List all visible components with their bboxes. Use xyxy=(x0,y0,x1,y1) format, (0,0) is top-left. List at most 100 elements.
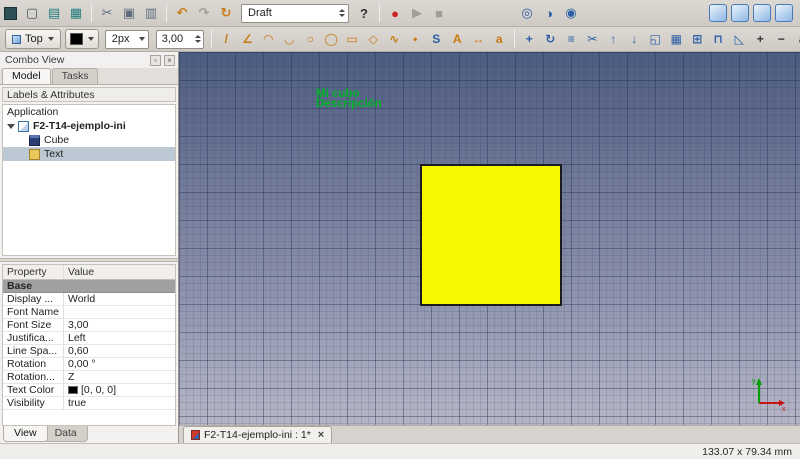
draft-polygon-icon[interactable]: ◇ xyxy=(364,30,383,49)
draft-upgrade-icon[interactable]: ↑ xyxy=(604,30,623,49)
line-color-button[interactable] xyxy=(65,29,99,49)
view-top-icon[interactable] xyxy=(753,4,771,22)
size-value: 3,00 xyxy=(162,33,183,45)
draft-facebinder-icon[interactable]: S xyxy=(427,30,446,49)
toggle-grid-icon[interactable]: ⊞ xyxy=(688,30,707,49)
refresh-icon[interactable]: ↻ xyxy=(216,3,236,23)
macro-stop-icon[interactable]: ■ xyxy=(429,3,449,23)
freecad-document-icon xyxy=(191,430,200,440)
cut-icon[interactable]: ✂ xyxy=(97,3,117,23)
zoom-fit-icon[interactable]: ◎ xyxy=(517,3,537,23)
property-value[interactable]: 0,00 ° xyxy=(64,358,175,370)
workbench-selector[interactable]: Draft xyxy=(241,4,349,23)
remove-point-icon[interactable]: − xyxy=(772,30,791,49)
view-top-button[interactable]: Top xyxy=(5,29,61,49)
view-sphere-icon[interactable]: ◉ xyxy=(561,3,581,23)
tree-item-cube[interactable]: Cube xyxy=(3,133,175,147)
save-document-icon[interactable]: ▦ xyxy=(66,3,86,23)
model-tree: Application F2-T14-ejemplo-ini Cube Text xyxy=(2,104,176,256)
tab-tasks[interactable]: Tasks xyxy=(52,68,99,84)
property-value[interactable]: Z xyxy=(64,371,175,383)
draft-text-icon[interactable]: A xyxy=(448,30,467,49)
toolbar-standard: ▢▤▦ ✂▣▥ ↶↷↻ Draft ? ●▶■ ◎◑◉ xyxy=(0,0,800,27)
redo-icon[interactable]: ↷ xyxy=(194,3,214,23)
property-row[interactable]: Display ... World xyxy=(3,293,175,306)
new-document-icon[interactable]: ▢ xyxy=(22,3,42,23)
property-row[interactable]: Rotation... Z xyxy=(3,371,175,384)
edit-mode-icon[interactable]: a xyxy=(793,30,800,49)
property-row[interactable]: Font Size 3,00 xyxy=(3,319,175,332)
property-column-header[interactable]: Property xyxy=(3,265,64,279)
combo-view-tabs: Model Tasks xyxy=(0,68,178,85)
draft-array-icon[interactable]: ▦ xyxy=(667,30,686,49)
whats-this-icon[interactable]: ? xyxy=(354,3,374,23)
cube-top-face[interactable] xyxy=(420,164,562,306)
draft-offset-icon[interactable]: ≡ xyxy=(562,30,581,49)
property-row[interactable]: Font Name xyxy=(3,306,175,319)
tree-item-text[interactable]: Text xyxy=(3,147,175,161)
property-value[interactable]: true xyxy=(64,397,175,409)
property-row[interactable]: Rotation 0,00 ° xyxy=(3,358,175,371)
draft-move-icon[interactable]: + xyxy=(520,30,539,49)
combo-arrows-icon xyxy=(339,8,345,18)
close-panel-icon[interactable] xyxy=(164,55,175,66)
draft-arc-icon[interactable]: ◠ xyxy=(259,30,278,49)
expander-icon[interactable] xyxy=(7,124,15,129)
draft-line-icon[interactable]: / xyxy=(217,30,236,49)
draft-trimex-icon[interactable]: ✂ xyxy=(583,30,602,49)
draft-rotate-icon[interactable]: ↻ xyxy=(541,30,560,49)
copy-icon[interactable]: ▣ xyxy=(119,3,139,23)
draft-circle-icon[interactable]: ○ xyxy=(301,30,320,49)
draft-point-icon[interactable]: • xyxy=(406,30,425,49)
property-row[interactable]: Line Spa... 0,60 xyxy=(3,345,175,358)
tree-root-application[interactable]: Application xyxy=(3,105,175,119)
draft-dimension-icon[interactable]: ↔ xyxy=(469,30,488,49)
property-value[interactable]: 0,60 xyxy=(64,345,175,357)
draft-rectangle-icon[interactable]: ▭ xyxy=(343,30,362,49)
property-group-row[interactable]: Base xyxy=(3,280,175,293)
value-column-header[interactable]: Value xyxy=(64,265,175,279)
property-row[interactable]: Justifica... Left xyxy=(3,332,175,345)
tab-view[interactable]: View xyxy=(3,426,48,442)
line-width-select[interactable]: 2px xyxy=(105,30,149,49)
draft-label-icon[interactable]: a xyxy=(490,30,509,49)
working-plane-icon[interactable]: ◺ xyxy=(730,30,749,49)
close-tab-icon[interactable] xyxy=(318,430,324,440)
document-tab[interactable]: F2-T14-ejemplo-ini : 1* xyxy=(183,426,332,443)
draw-style-icon[interactable]: ◑ xyxy=(539,3,559,23)
draft-ellipse-icon[interactable]: ◯ xyxy=(322,30,341,49)
draft-downgrade-icon[interactable]: ↓ xyxy=(625,30,644,49)
tab-data[interactable]: Data xyxy=(44,426,88,442)
view-axonometric-icon[interactable] xyxy=(709,4,727,22)
property-value[interactable]: World xyxy=(64,293,175,305)
add-point-icon[interactable]: + xyxy=(751,30,770,49)
draft-scale-icon[interactable]: ◱ xyxy=(646,30,665,49)
open-document-icon[interactable]: ▤ xyxy=(44,3,64,23)
draft-text-annotation[interactable]: Mi cubo Descripción xyxy=(316,90,382,109)
property-row[interactable]: Text Color [0, 0, 0] xyxy=(3,384,175,397)
property-value[interactable]: [0, 0, 0] xyxy=(64,384,175,396)
tab-model[interactable]: Model xyxy=(2,68,51,84)
property-row[interactable]: Visibility true xyxy=(3,397,175,410)
property-value[interactable]: 3,00 xyxy=(64,319,175,331)
panel-splitter[interactable] xyxy=(0,258,178,262)
draft-polyline-icon[interactable]: ∠ xyxy=(238,30,257,49)
draft-bspline-icon[interactable]: ∿ xyxy=(385,30,404,49)
size-spinbox[interactable]: 3,00 xyxy=(156,30,204,49)
dropdown-caret-icon xyxy=(48,37,54,41)
view-right-icon[interactable] xyxy=(775,4,793,22)
tree-item-document[interactable]: F2-T14-ejemplo-ini xyxy=(3,119,175,133)
macro-record-icon[interactable]: ● xyxy=(385,3,405,23)
paste-icon[interactable]: ▥ xyxy=(141,3,161,23)
view-front-icon[interactable] xyxy=(731,4,749,22)
property-value[interactable] xyxy=(64,306,175,318)
snap-lock-icon[interactable]: ⊓ xyxy=(709,30,728,49)
float-panel-icon[interactable] xyxy=(150,55,161,66)
3d-viewport[interactable]: Mi cubo Descripción x y xyxy=(179,52,800,425)
combo-view-titlebar: Combo View xyxy=(0,52,178,68)
macro-play-icon[interactable]: ▶ xyxy=(407,3,427,23)
draft-utility-toolbar-group: ⊞⊓◺+−a» xyxy=(687,30,800,49)
undo-icon[interactable]: ↶ xyxy=(172,3,192,23)
draft-arc3points-icon[interactable]: ◡ xyxy=(280,30,299,49)
property-value[interactable]: Left xyxy=(64,332,175,344)
